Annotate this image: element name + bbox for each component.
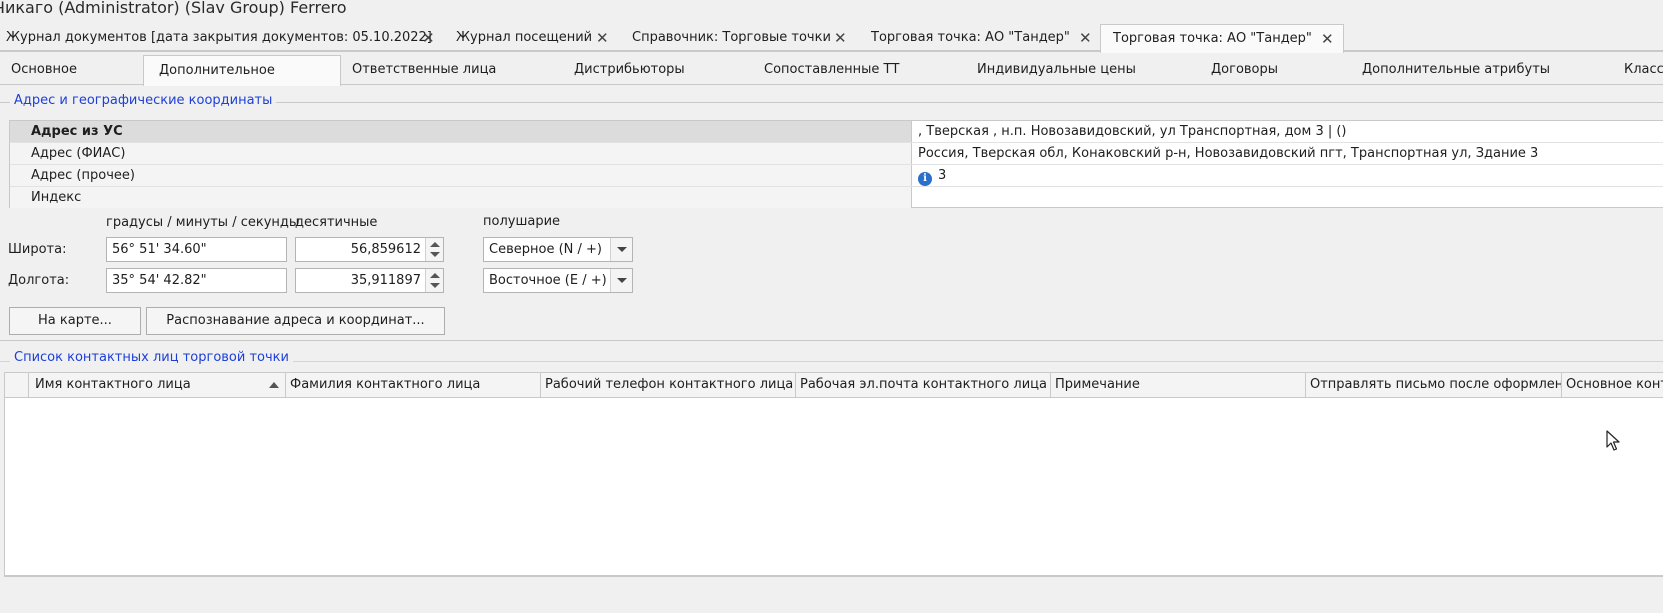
address-row-other[interactable]: Адрес (прочее) i3 — [10, 165, 1663, 187]
tab-extra-attributes[interactable]: Дополнительные атрибуты — [1362, 55, 1550, 85]
mouse-cursor-icon — [1606, 430, 1620, 451]
column-header-work-email[interactable]: Рабочая эл.почта контактного лица — [796, 373, 1051, 397]
latitude-spinner[interactable] — [425, 238, 443, 261]
address-other-text: 3 — [938, 168, 947, 183]
latitude-decimal-value: 56,859612 — [350, 242, 421, 257]
address-value[interactable] — [913, 187, 1663, 208]
address-label: Индекс — [10, 187, 912, 208]
column-header-work-phone[interactable]: Рабочий телефон контактного лица — [541, 373, 796, 397]
close-icon[interactable]: ✕ — [1079, 24, 1092, 52]
contacts-group-title: Список контактных лиц торговой точки — [10, 349, 293, 367]
latitude-hemisphere-value: Северное (N / +) — [489, 242, 602, 257]
tab-contracts[interactable]: Договоры — [1211, 55, 1278, 85]
close-icon[interactable]: ✕ — [834, 24, 847, 52]
tab-individual-prices[interactable]: Индивидуальные цены — [977, 55, 1136, 85]
contacts-table: Имя контактного лица Фамилия контактного… — [4, 372, 1663, 576]
address-row-index[interactable]: Индекс — [10, 187, 1663, 209]
address-value-other[interactable]: i3 — [913, 165, 1663, 186]
tab-responsible-persons[interactable]: Ответственные лица — [352, 55, 496, 85]
recognize-address-button[interactable]: Распознавание адреса и координат... — [146, 307, 445, 335]
doc-tab-journal[interactable]: Журнал документов [дата закрытия докумен… — [6, 24, 438, 52]
doc-tab-label: Журнал документов [дата закрытия докумен… — [6, 30, 432, 45]
longitude-hemisphere-select[interactable]: Восточное (E / +) — [483, 268, 633, 293]
tab-classifiers[interactable]: Класси — [1624, 55, 1663, 85]
hemisphere-header: полушарие — [483, 214, 561, 229]
spin-up-icon[interactable] — [430, 273, 440, 278]
address-row-fias[interactable]: Адрес (ФИАС) Россия, Тверская обл, Конак… — [10, 143, 1663, 165]
longitude-hemisphere-value: Восточное (E / +) — [489, 273, 607, 288]
doc-tab-label: Торговая точка: АО "Тандер" — [1113, 31, 1312, 46]
dms-header: градусы / минуты / секунды — [106, 215, 300, 230]
longitude-decimal-input[interactable]: 35,911897 — [295, 268, 444, 293]
close-icon[interactable]: ✕ — [422, 24, 435, 52]
doc-tab-label: Журнал посещений — [456, 30, 593, 45]
chevron-down-icon[interactable] — [610, 238, 632, 261]
spin-up-icon[interactable] — [430, 242, 440, 247]
address-label: Адрес из УС — [10, 121, 912, 142]
contacts-table-header: Имя контактного лица Фамилия контактного… — [5, 373, 1663, 398]
column-header-main-contact[interactable]: Основное конта — [1562, 373, 1663, 397]
doc-tab-label: Торговая точка: АО "Тандер" — [871, 30, 1070, 45]
chevron-down-icon[interactable] — [610, 269, 632, 292]
address-grid: Адрес из УС , Тверская , н.п. Новозавидо… — [9, 120, 1663, 208]
show-on-map-button[interactable]: На карте... — [9, 307, 141, 335]
latitude-dms-input[interactable]: 56° 51' 34.60" — [106, 237, 287, 262]
window-title: Чикаго (Administrator) (Slav Group) Ferr… — [0, 0, 347, 17]
doc-tab-visits[interactable]: Журнал посещений ✕ — [456, 24, 612, 52]
longitude-spinner[interactable] — [425, 269, 443, 292]
doc-tab-label: Справочник: Торговые точки — [632, 30, 831, 45]
window-title-bar: Чикаго (Administrator) (Slav Group) Ferr… — [0, 0, 1663, 22]
sort-ascending-icon — [269, 382, 279, 388]
document-tabs: Журнал документов [дата закрытия докумен… — [0, 24, 1663, 53]
longitude-label: Долгота: — [8, 273, 70, 288]
address-label: Адрес (прочее) — [10, 165, 912, 186]
group-divider — [0, 340, 1663, 341]
tab-main[interactable]: Основное — [11, 55, 77, 85]
column-header-note[interactable]: Примечание — [1051, 373, 1306, 397]
latitude-hemisphere-select[interactable]: Северное (N / +) — [483, 237, 633, 262]
decimal-header: десятичные — [295, 215, 378, 230]
doc-tab-outlets-directory[interactable]: Справочник: Торговые точки ✕ — [632, 24, 850, 52]
column-header-label: Имя контактного лица — [35, 377, 191, 392]
tab-distributors[interactable]: Дистрибьюторы — [574, 55, 685, 85]
address-row-source[interactable]: Адрес из УС , Тверская , н.п. Новозавидо… — [10, 121, 1663, 143]
column-header-send-letter[interactable]: Отправлять письмо после оформлен... — [1306, 373, 1562, 397]
table-footer — [4, 576, 1663, 613]
longitude-dms-input[interactable]: 35° 54' 42.82" — [106, 268, 287, 293]
close-icon[interactable]: ✕ — [1321, 25, 1334, 53]
spin-down-icon[interactable] — [430, 252, 440, 257]
address-group-title: Адрес и географические координаты — [10, 92, 277, 110]
spin-down-icon[interactable] — [430, 283, 440, 288]
row-indicator-header — [5, 373, 29, 397]
tab-additional[interactable]: Дополнительное — [143, 55, 341, 86]
close-icon[interactable]: ✕ — [596, 24, 609, 52]
address-value[interactable]: Россия, Тверская обл, Конаковский р-н, Н… — [913, 143, 1663, 164]
section-tabs: Основное Дополнительное Ответственные ли… — [0, 55, 1663, 86]
doc-tab-outlet-1[interactable]: Торговая точка: АО "Тандер" ✕ — [871, 24, 1093, 52]
column-header-first-name[interactable]: Имя контактного лица — [29, 373, 286, 397]
address-value[interactable]: , Тверская , н.п. Новозавидовский, ул Тр… — [913, 121, 1663, 142]
address-label: Адрес (ФИАС) — [10, 143, 912, 164]
column-header-last-name[interactable]: Фамилия контактного лица — [286, 373, 541, 397]
tab-matched-outlets[interactable]: Сопоставленные ТТ — [764, 55, 899, 85]
latitude-decimal-input[interactable]: 56,859612 — [295, 237, 444, 262]
info-icon: i — [918, 172, 932, 186]
doc-tab-outlet-2[interactable]: Торговая точка: АО "Тандер" ✕ — [1100, 24, 1344, 53]
longitude-decimal-value: 35,911897 — [350, 273, 421, 288]
latitude-label: Широта: — [8, 242, 67, 257]
